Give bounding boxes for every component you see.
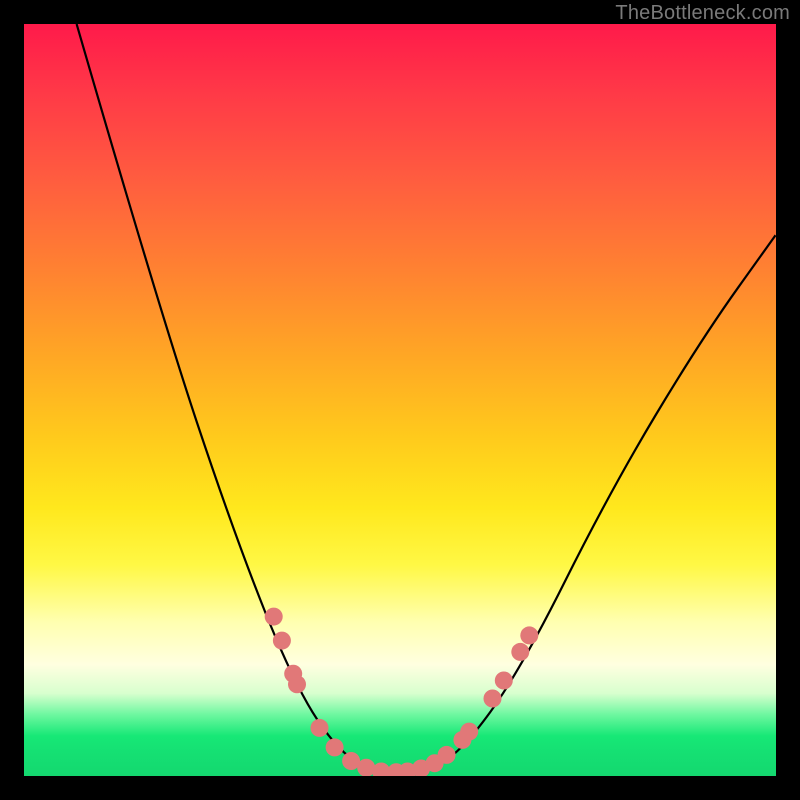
bottleneck-curve bbox=[77, 24, 776, 772]
highlight-dot bbox=[438, 746, 456, 764]
highlight-dot bbox=[460, 723, 478, 741]
plot-area bbox=[24, 24, 776, 776]
highlight-dot bbox=[511, 643, 529, 661]
chart-frame bbox=[24, 24, 776, 776]
highlight-dot bbox=[288, 675, 306, 693]
highlight-dot bbox=[273, 632, 291, 650]
highlight-dot bbox=[520, 626, 538, 644]
highlight-dot bbox=[265, 608, 283, 626]
highlight-dots bbox=[265, 608, 539, 776]
highlight-dot bbox=[311, 719, 329, 737]
highlight-dot bbox=[495, 672, 513, 690]
highlight-dot bbox=[484, 690, 502, 708]
watermark-text: TheBottleneck.com bbox=[615, 2, 790, 25]
chart-svg bbox=[24, 24, 776, 776]
highlight-dot bbox=[326, 738, 344, 756]
